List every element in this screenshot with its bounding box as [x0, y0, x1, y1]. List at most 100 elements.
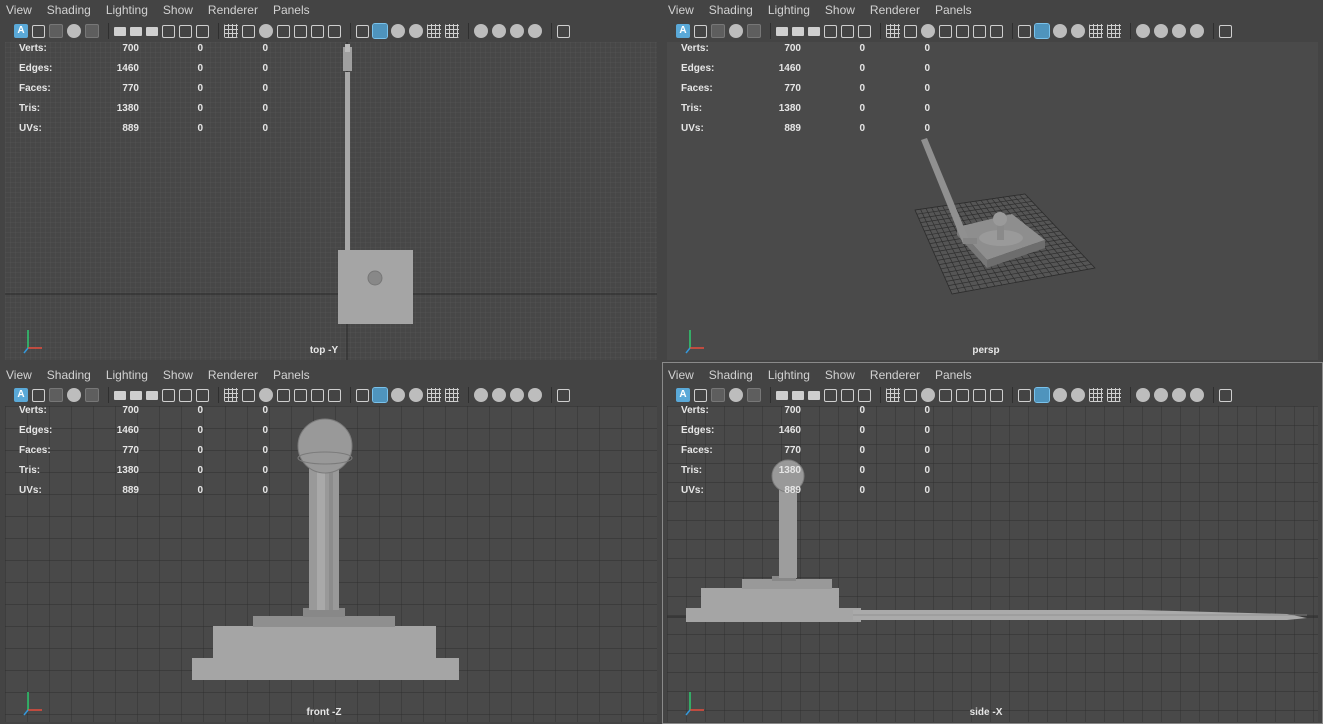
use-all-lights-icon[interactable]: [1053, 388, 1067, 402]
shadows-icon[interactable]: [409, 388, 423, 402]
bookmarks-icon[interactable]: [49, 388, 63, 402]
safe-action-icon[interactable]: [224, 24, 238, 38]
camera-attributes-icon[interactable]: [1219, 24, 1232, 38]
film-gate-icon[interactable]: [808, 390, 820, 400]
depth-of-field-icon[interactable]: [492, 24, 506, 38]
wireframe-icon[interactable]: [921, 388, 935, 402]
menu-lighting[interactable]: Lighting: [106, 368, 148, 382]
use-default-material-icon[interactable]: [956, 24, 969, 38]
select-camera-icon[interactable]: [528, 24, 542, 38]
xray-components-icon[interactable]: [1034, 23, 1050, 39]
wireframe-icon[interactable]: [259, 388, 273, 402]
xray-icon[interactable]: [328, 24, 341, 38]
grid-icon[interactable]: [792, 26, 804, 36]
xray-icon[interactable]: [990, 388, 1003, 402]
use-all-lights-icon[interactable]: [391, 24, 405, 38]
isolate-select-icon[interactable]: [510, 388, 524, 402]
motion-blur-icon[interactable]: [1107, 24, 1121, 38]
menu-renderer[interactable]: Renderer: [870, 368, 920, 382]
motion-blur-icon[interactable]: [1107, 388, 1121, 402]
use-default-material-icon[interactable]: [294, 388, 307, 402]
xray-joints-icon[interactable]: [1018, 24, 1031, 38]
wireframe-on-shaded-icon[interactable]: [311, 388, 324, 402]
smooth-shade-icon[interactable]: [939, 388, 952, 402]
2d-pan-zoom-icon[interactable]: [85, 388, 99, 402]
viewport-side[interactable]: View Shading Lighting Show Renderer Pane…: [662, 362, 1323, 724]
wireframe-on-shaded-icon[interactable]: [973, 388, 986, 402]
resolution-gate-icon[interactable]: [824, 24, 837, 38]
bookmarks-icon[interactable]: [711, 24, 725, 38]
film-gate-icon[interactable]: [808, 26, 820, 36]
menu-shading[interactable]: Shading: [47, 3, 91, 17]
menu-show[interactable]: Show: [825, 3, 855, 17]
menu-show[interactable]: Show: [163, 368, 193, 382]
screen-space-ambient-occlusion-icon[interactable]: [1089, 24, 1103, 38]
screen-space-ambient-occlusion-icon[interactable]: [1089, 388, 1103, 402]
smooth-shade-icon[interactable]: [277, 388, 290, 402]
camera-attributes-icon[interactable]: [694, 24, 707, 38]
use-default-material-icon[interactable]: [294, 24, 307, 38]
menu-view[interactable]: View: [668, 3, 694, 17]
menu-show[interactable]: Show: [163, 3, 193, 17]
viewport-persp[interactable]: View Shading Lighting Show Renderer Pane…: [662, 0, 1323, 362]
menu-shading[interactable]: Shading: [709, 3, 753, 17]
xray-joints-icon[interactable]: [356, 388, 369, 402]
menu-lighting[interactable]: Lighting: [768, 368, 810, 382]
menu-panels[interactable]: Panels: [273, 368, 310, 382]
select-camera-icon[interactable]: [528, 388, 542, 402]
wireframe-on-shaded-icon[interactable]: [311, 24, 324, 38]
xray-icon[interactable]: [990, 24, 1003, 38]
safe-action-icon[interactable]: [224, 388, 238, 402]
gate-mask-icon[interactable]: [841, 388, 854, 402]
use-default-material-icon[interactable]: [956, 388, 969, 402]
menu-show[interactable]: Show: [825, 368, 855, 382]
camera-attributes-icon[interactable]: [32, 388, 45, 402]
resolution-gate-icon[interactable]: [162, 24, 175, 38]
bookmarks-icon[interactable]: [711, 388, 725, 402]
menu-renderer[interactable]: Renderer: [208, 368, 258, 382]
menu-view[interactable]: View: [668, 368, 694, 382]
multisample-antialiasing-icon[interactable]: [1136, 24, 1150, 38]
grid-icon[interactable]: [130, 390, 142, 400]
menu-renderer[interactable]: Renderer: [208, 3, 258, 17]
grid-icon[interactable]: [792, 390, 804, 400]
film-gate-icon[interactable]: [146, 26, 158, 36]
use-all-lights-icon[interactable]: [391, 388, 405, 402]
camera-attributes-icon[interactable]: [694, 388, 707, 402]
safe-title-icon[interactable]: [242, 24, 255, 38]
viewport-top[interactable]: View Shading Lighting Show Renderer Pane…: [0, 0, 662, 362]
2d-pan-zoom-icon[interactable]: [85, 24, 99, 38]
field-chart-icon[interactable]: [196, 24, 209, 38]
depth-of-field-icon[interactable]: [1154, 24, 1168, 38]
multisample-antialiasing-icon[interactable]: [474, 388, 488, 402]
menu-view[interactable]: View: [6, 368, 32, 382]
xray-components-icon[interactable]: [1034, 387, 1050, 403]
film-gate-icon[interactable]: [146, 390, 158, 400]
menu-shading[interactable]: Shading: [47, 368, 91, 382]
gate-mask-icon[interactable]: [179, 388, 192, 402]
depth-of-field-icon[interactable]: [492, 388, 506, 402]
2d-pan-zoom-icon[interactable]: [747, 388, 761, 402]
xray-icon[interactable]: [328, 388, 341, 402]
motion-blur-icon[interactable]: [445, 388, 459, 402]
safe-title-icon[interactable]: [904, 24, 917, 38]
2d-pan-zoom-icon[interactable]: [747, 24, 761, 38]
grease-pencil-icon[interactable]: [114, 390, 126, 400]
shadows-icon[interactable]: [409, 24, 423, 38]
multisample-antialiasing-icon[interactable]: [1136, 388, 1150, 402]
wireframe-on-shaded-icon[interactable]: [973, 24, 986, 38]
screen-space-ambient-occlusion-icon[interactable]: [427, 388, 441, 402]
resolution-gate-icon[interactable]: [162, 388, 175, 402]
screen-space-ambient-occlusion-icon[interactable]: [427, 24, 441, 38]
xray-joints-icon[interactable]: [356, 24, 369, 38]
select-camera-icon[interactable]: [1190, 388, 1204, 402]
select-camera-icon[interactable]: [1190, 24, 1204, 38]
camera-attributes-icon[interactable]: [557, 388, 570, 402]
menu-lighting[interactable]: Lighting: [106, 3, 148, 17]
depth-of-field-icon[interactable]: [1154, 388, 1168, 402]
viewport-front[interactable]: View Shading Lighting Show Renderer Pane…: [0, 362, 662, 724]
isolate-select-icon[interactable]: [1172, 388, 1186, 402]
camera-attributes-icon[interactable]: [32, 24, 45, 38]
select-camera-icon[interactable]: A: [676, 24, 690, 38]
wireframe-icon[interactable]: [921, 24, 935, 38]
